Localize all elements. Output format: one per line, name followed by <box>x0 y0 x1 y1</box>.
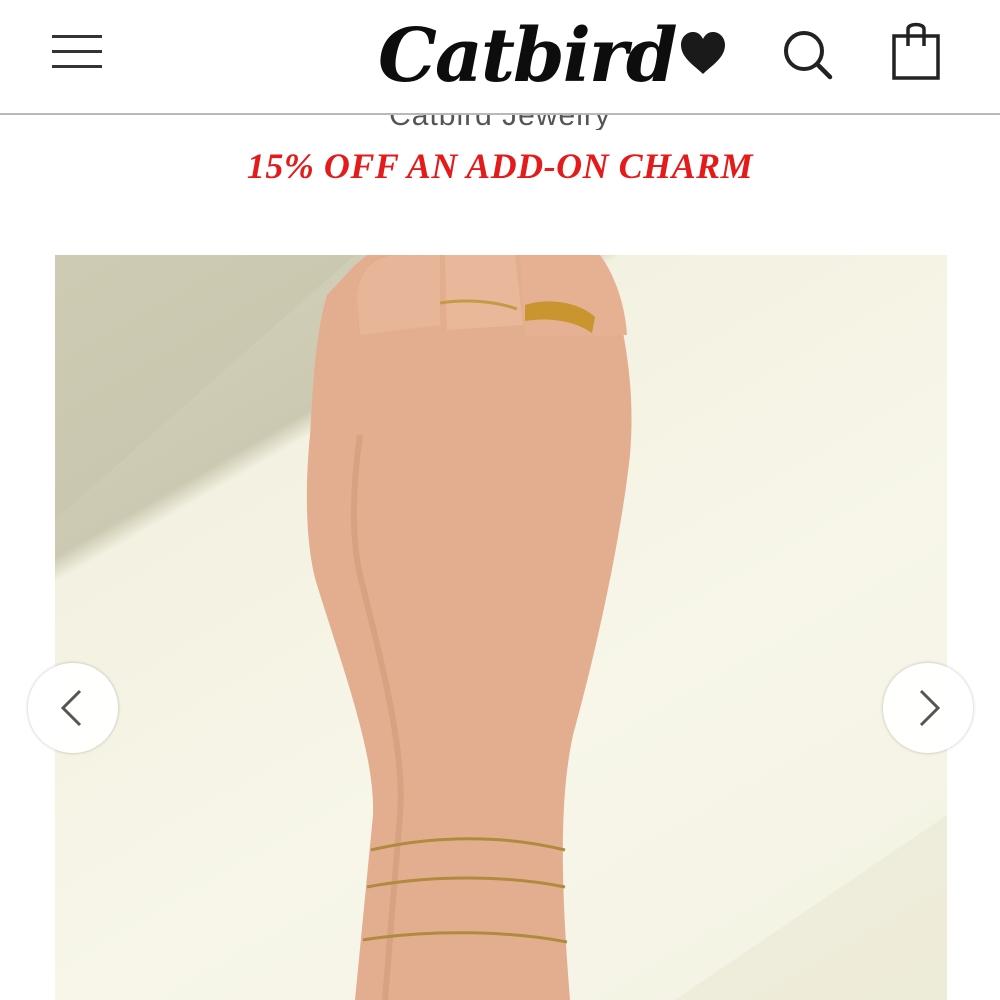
hand-photo <box>55 255 947 1000</box>
product-page: Catbird Catbird Jewelry 15% OFF AN ADD- <box>0 0 1000 1000</box>
carousel-next-button[interactable] <box>883 663 973 753</box>
hamburger-menu-icon[interactable] <box>52 30 104 74</box>
site-header: Catbird <box>0 0 1000 115</box>
promo-banner: 15% OFF AN ADD-ON CHARM <box>246 146 754 186</box>
chevron-left-icon <box>60 689 82 727</box>
carousel-prev-button[interactable] <box>28 663 118 753</box>
search-icon[interactable] <box>780 27 836 83</box>
chevron-right-icon <box>919 689 941 727</box>
product-image[interactable] <box>55 255 947 1000</box>
shopping-bag-icon[interactable] <box>890 20 944 82</box>
brand-logo[interactable]: Catbird <box>378 6 678 106</box>
heart-icon[interactable] <box>676 28 730 80</box>
page-subtitle: Catbird Jewelry <box>0 115 1000 130</box>
